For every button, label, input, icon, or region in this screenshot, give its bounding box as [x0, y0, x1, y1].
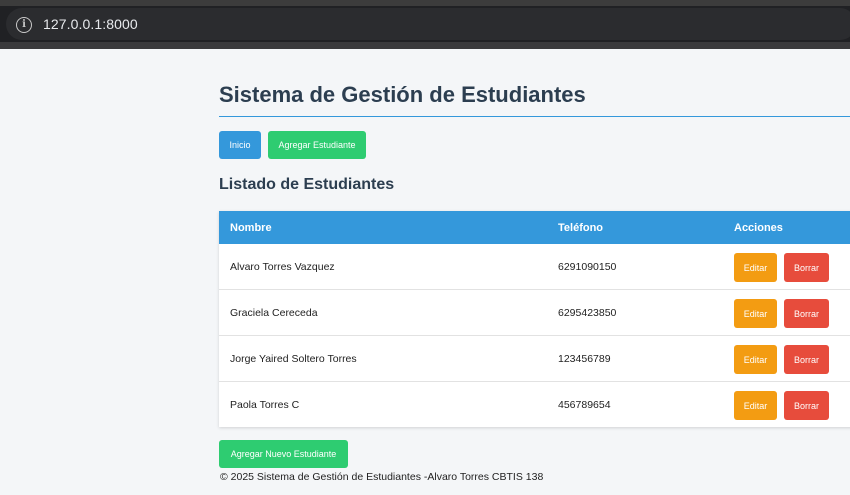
add-new-student-button[interactable]: Agregar Nuevo Estudiante — [219, 440, 348, 468]
delete-button[interactable]: Borrar — [784, 391, 829, 420]
student-name: Alvaro Torres Vazquez — [230, 261, 335, 273]
browser-toolbar: i 127.0.0.1:8000 — [0, 6, 850, 42]
student-name: Jorge Yaired Soltero Torres — [230, 353, 357, 365]
edit-button[interactable]: Editar — [734, 253, 777, 282]
title-divider — [219, 116, 850, 117]
url-text[interactable]: 127.0.0.1:8000 — [43, 16, 138, 32]
table-row: Graciela Cereceda 6295423850 Editar Borr… — [219, 290, 850, 336]
address-bar[interactable]: i 127.0.0.1:8000 — [6, 8, 850, 40]
site-info-icon[interactable]: i — [16, 17, 32, 33]
section-title: Listado de Estudiantes — [219, 176, 395, 193]
browser-divider — [0, 42, 850, 49]
table-header: Nombre Teléfono Acciones — [219, 211, 850, 244]
footer-text: © 2025 Sistema de Gestión de Estudiantes… — [220, 471, 544, 483]
student-phone: 123456789 — [558, 353, 611, 365]
add-student-button[interactable]: Agregar Estudiante — [268, 131, 366, 159]
edit-button[interactable]: Editar — [734, 345, 777, 374]
student-phone: 456789654 — [558, 399, 611, 411]
column-header-telefono: Teléfono — [558, 222, 604, 234]
student-phone: 6291090150 — [558, 261, 617, 273]
student-name: Graciela Cereceda — [230, 307, 318, 319]
home-button[interactable]: Inicio — [219, 131, 261, 159]
table-row: Paola Torres C 456789654 Editar Borrar — [219, 382, 850, 427]
student-phone: 6295423850 — [558, 307, 617, 319]
column-header-acciones: Acciones — [734, 222, 783, 234]
column-header-nombre: Nombre — [230, 222, 272, 234]
table-row: Alvaro Torres Vazquez 6291090150 Editar … — [219, 244, 850, 290]
edit-button[interactable]: Editar — [734, 299, 777, 328]
delete-button[interactable]: Borrar — [784, 299, 829, 328]
table-row: Jorge Yaired Soltero Torres 123456789 Ed… — [219, 336, 850, 382]
page-title: Sistema de Gestión de Estudiantes — [219, 82, 586, 107]
students-table: Nombre Teléfono Acciones Alvaro Torres V… — [219, 211, 850, 427]
student-name: Paola Torres C — [230, 399, 300, 411]
edit-button[interactable]: Editar — [734, 391, 777, 420]
delete-button[interactable]: Borrar — [784, 253, 829, 282]
delete-button[interactable]: Borrar — [784, 345, 829, 374]
